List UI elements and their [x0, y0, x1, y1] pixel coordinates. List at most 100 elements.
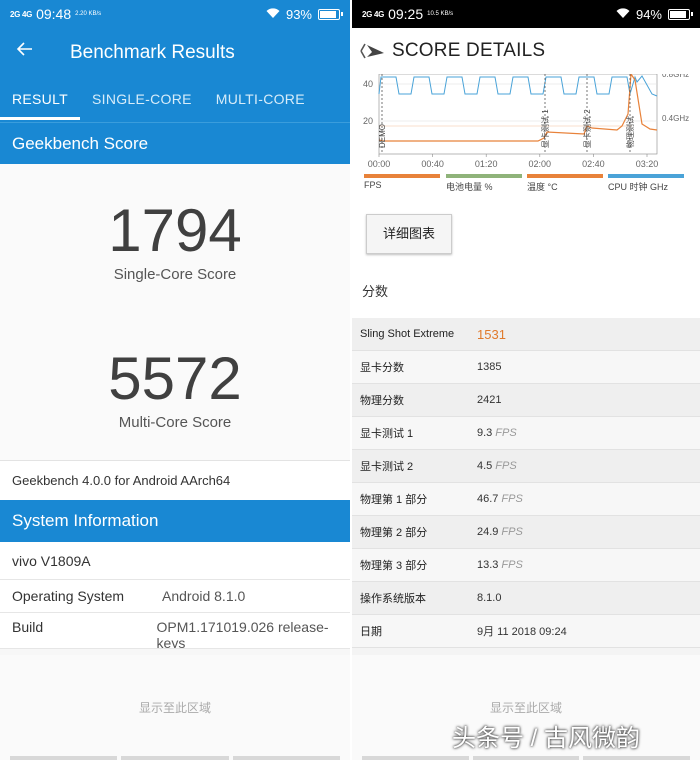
- score-row: 显卡测试 1 9.3 FPS: [352, 417, 700, 450]
- info-value: Android 8.1.0: [162, 588, 246, 604]
- score-key: 物理第 1 部分: [360, 494, 428, 506]
- multi-core-label: Multi-Core Score: [118, 414, 232, 431]
- 3dmark-screen: 2G 4G 09:25 10.5 KB/s 94% SCORE DETAILS …: [352, 0, 700, 655]
- phase-annotation: 显卡测试 2: [582, 109, 592, 148]
- legend-battery: 电池电量 %: [446, 174, 524, 193]
- display-area-label: 显示至此区域: [489, 701, 562, 715]
- score-panel: 1794 Single-Core Score 5572 Multi-Core S…: [0, 164, 350, 460]
- score-key: 显卡测试 1: [360, 428, 414, 440]
- y-right-tick-label: 0.8GHz: [662, 74, 689, 79]
- result-tabs: RESULT SINGLE-CORE MULTI-CORE: [0, 86, 317, 120]
- legend-temperature: 温度 °C: [527, 174, 605, 193]
- geekbench-screen: 2G 4G 09:48 2.20 KB/s 93% Benchmark Resu…: [0, 0, 350, 655]
- tab-multi-core[interactable]: MULTI-CORE: [204, 86, 317, 120]
- score-key: 物理第 3 部分: [360, 560, 428, 572]
- score-key: 物理第 2 部分: [360, 527, 428, 539]
- net-speed: 2.20 KB/s: [75, 10, 102, 17]
- 3dmark-logo-icon[interactable]: [356, 39, 388, 63]
- left-display-area: 显示至此区域: [0, 655, 350, 760]
- score-value: 9.3: [477, 427, 493, 439]
- info-key: Build: [12, 619, 44, 635]
- multi-core-score: 5572: [108, 345, 242, 412]
- performance-chart-svg: 20 40 0.4GHz 0.8GHz 00:00 00:40 01:20 02:00 02:4…: [363, 70, 689, 169]
- y-right-tick-label: 0.4GHz: [662, 114, 689, 123]
- tab-result[interactable]: RESULT: [0, 86, 80, 120]
- info-value: OPM1.171019.026 release-keys: [156, 619, 329, 649]
- wifi-icon: [266, 7, 280, 22]
- section-title-score: 分数: [352, 272, 700, 318]
- device-name: vivo V1809A: [0, 542, 350, 580]
- score-value: 1531: [477, 326, 506, 342]
- app-header: SCORE DETAILS: [352, 28, 700, 74]
- nav-bar: [10, 756, 340, 760]
- score-key: 操作系统版本: [360, 593, 426, 605]
- net-speed: 10.5 KB/s: [427, 10, 454, 17]
- wifi-icon: [616, 7, 630, 22]
- score-row: 物理第 2 部分 24.9 FPS: [352, 516, 700, 549]
- status-time: 09:48: [36, 6, 72, 22]
- score-unit: FPS: [495, 427, 517, 439]
- plot-area: [378, 73, 658, 155]
- score-unit: FPS: [495, 460, 517, 472]
- nav-bar: [362, 756, 691, 760]
- score-unit: FPS: [501, 559, 523, 571]
- info-row: Build OPM1.171019.026 release-keys: [0, 613, 350, 649]
- page-title: Benchmark Results: [70, 42, 235, 63]
- device-model: vivo V1809A: [12, 552, 91, 569]
- score-key: Sling Shot Extreme: [360, 328, 455, 340]
- score-key: 日期: [360, 626, 382, 638]
- battery-percent: 93%: [285, 6, 312, 22]
- x-tick-label: 02:00: [529, 159, 552, 169]
- score-value: 2421: [477, 394, 502, 406]
- score-unit: FPS: [501, 493, 523, 505]
- score-value: 13.3: [477, 559, 499, 571]
- score-row: 操作系统版本 8.1.0: [352, 582, 700, 615]
- score-key: 显卡测试 2: [360, 461, 414, 473]
- score-key: 物理分数: [360, 395, 404, 407]
- battery-icon: [318, 8, 343, 20]
- score-key: 显卡分数: [360, 362, 404, 374]
- info-row: Operating System Android 8.1.0: [0, 580, 350, 613]
- x-tick-label: 02:40: [582, 159, 605, 169]
- x-tick-label: 01:20: [475, 159, 498, 169]
- x-tick-label: 03:20: [636, 159, 659, 169]
- score-row: 物理分数 2421: [352, 384, 700, 417]
- battery-icon: [668, 8, 693, 20]
- score-row: 显卡测试 2 4.5 FPS: [352, 450, 700, 483]
- single-core-label: Single-Core Score: [113, 266, 237, 283]
- chart-actions: 详细图表: [352, 204, 700, 272]
- score-value: 9月 11 2018 09:24: [477, 626, 567, 638]
- score-row: 物理第 3 部分 13.3 FPS: [352, 549, 700, 582]
- score-table: Sling Shot Extreme 1531 显卡分数 1385 物理分数 2421 显卡…: [352, 318, 700, 648]
- score-row: Sling Shot Extreme 1531: [352, 318, 700, 351]
- section-title-system-information: System Information: [0, 500, 350, 542]
- info-key: Operating System: [12, 588, 125, 604]
- chart-legend: FPS 电池电量 % 温度 °C CPU 时钟 GHz: [352, 174, 700, 204]
- tab-single-core[interactable]: SINGLE-CORE: [80, 86, 204, 120]
- score-value: 1385: [477, 361, 502, 373]
- score-value: 8.1.0: [477, 592, 502, 604]
- x-tick-label: 00:00: [368, 159, 391, 169]
- x-tick-label: 00:40: [421, 159, 444, 169]
- y-tick-label: 20: [363, 116, 373, 126]
- phase-annotation: 物理测试: [625, 116, 635, 148]
- score-unit: FPS: [501, 526, 523, 538]
- app-header: Benchmark Results RESULT SINGLE-CORE MUL…: [0, 28, 350, 164]
- single-core-score: 1794: [108, 197, 242, 264]
- score-row: 日期 9月 11 2018 09:24: [352, 615, 700, 648]
- y-tick-label: 40: [363, 79, 373, 89]
- signal-indicator: 2G 4G: [10, 9, 33, 19]
- phase-annotation: 显卡测试 1: [540, 109, 550, 148]
- detail-chart-button[interactable]: 详细图表: [366, 214, 452, 254]
- legend-cpu-clock: CPU 时钟 GHz: [608, 174, 686, 193]
- score-value: 4.5: [477, 460, 493, 472]
- performance-chart: 20 40 0.4GHz 0.8GHz 00:00 00:40 01:20 02:00 02:4…: [352, 70, 700, 174]
- display-area-label: 显示至此区域: [138, 701, 211, 715]
- signal-indicator: 2G 4G: [362, 9, 385, 19]
- status-time: 09:25: [388, 6, 424, 22]
- back-arrow-icon[interactable]: [16, 38, 34, 64]
- score-row: 物理第 1 部分 46.7 FPS: [352, 483, 700, 516]
- status-bar: 2G 4G 09:25 10.5 KB/s 94%: [352, 0, 700, 28]
- battery-percent: 94%: [635, 6, 662, 22]
- legend-fps: FPS: [364, 174, 442, 190]
